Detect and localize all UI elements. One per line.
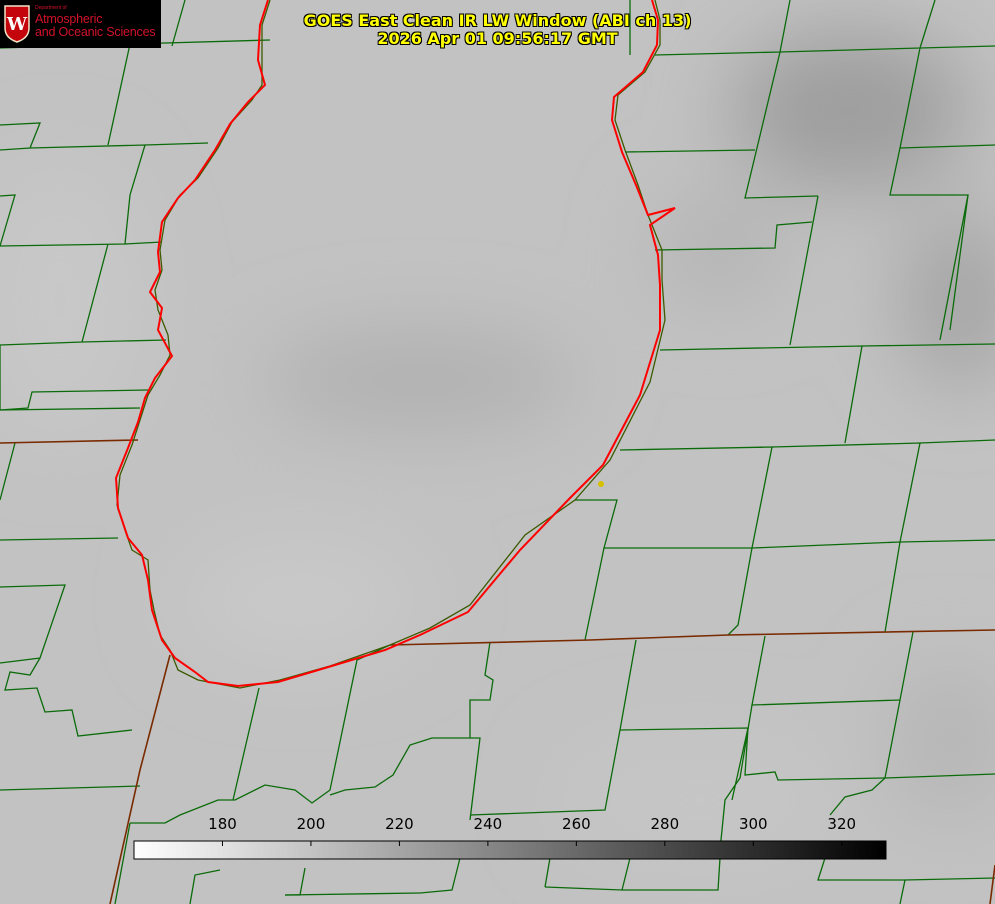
- university-seal-icon: W: [4, 5, 30, 43]
- colorbar-tick-label: 200: [296, 815, 326, 833]
- colorbar-tick-label: 320: [827, 815, 857, 833]
- temperature-colorbar: [133, 840, 887, 860]
- satellite-image-view: W Department of Atmospheric and Oceanic …: [0, 0, 995, 904]
- logo-line-2: and Oceanic Sciences: [35, 24, 156, 39]
- colorbar-tick-label: 240: [473, 815, 503, 833]
- uw-aos-logo: W Department of Atmospheric and Oceanic …: [0, 0, 161, 48]
- goes-ir-map: [0, 0, 995, 904]
- colorbar-tick-label: 260: [562, 815, 591, 833]
- colorbar-tick-label: 180: [208, 815, 237, 833]
- colorbar-tick-label: 300: [738, 815, 768, 833]
- logo-line-1: Atmospheric: [35, 12, 103, 26]
- logo-text: Department of Atmospheric and Oceanic Sc…: [35, 5, 156, 39]
- timestamp: 2026 Apr 01 09:56:17 GMT: [377, 29, 618, 48]
- colorbar-tick-label: 280: [650, 815, 680, 833]
- colorbar-tick-label: 220: [385, 815, 414, 833]
- image-title: GOES East Clean IR LW Window (ABI ch 13)…: [300, 12, 695, 48]
- product-title: GOES East Clean IR LW Window (ABI ch 13): [303, 11, 692, 30]
- station-marker: [598, 481, 604, 487]
- svg-text:W: W: [6, 14, 28, 35]
- logo-dept-small: Department of: [35, 5, 67, 11]
